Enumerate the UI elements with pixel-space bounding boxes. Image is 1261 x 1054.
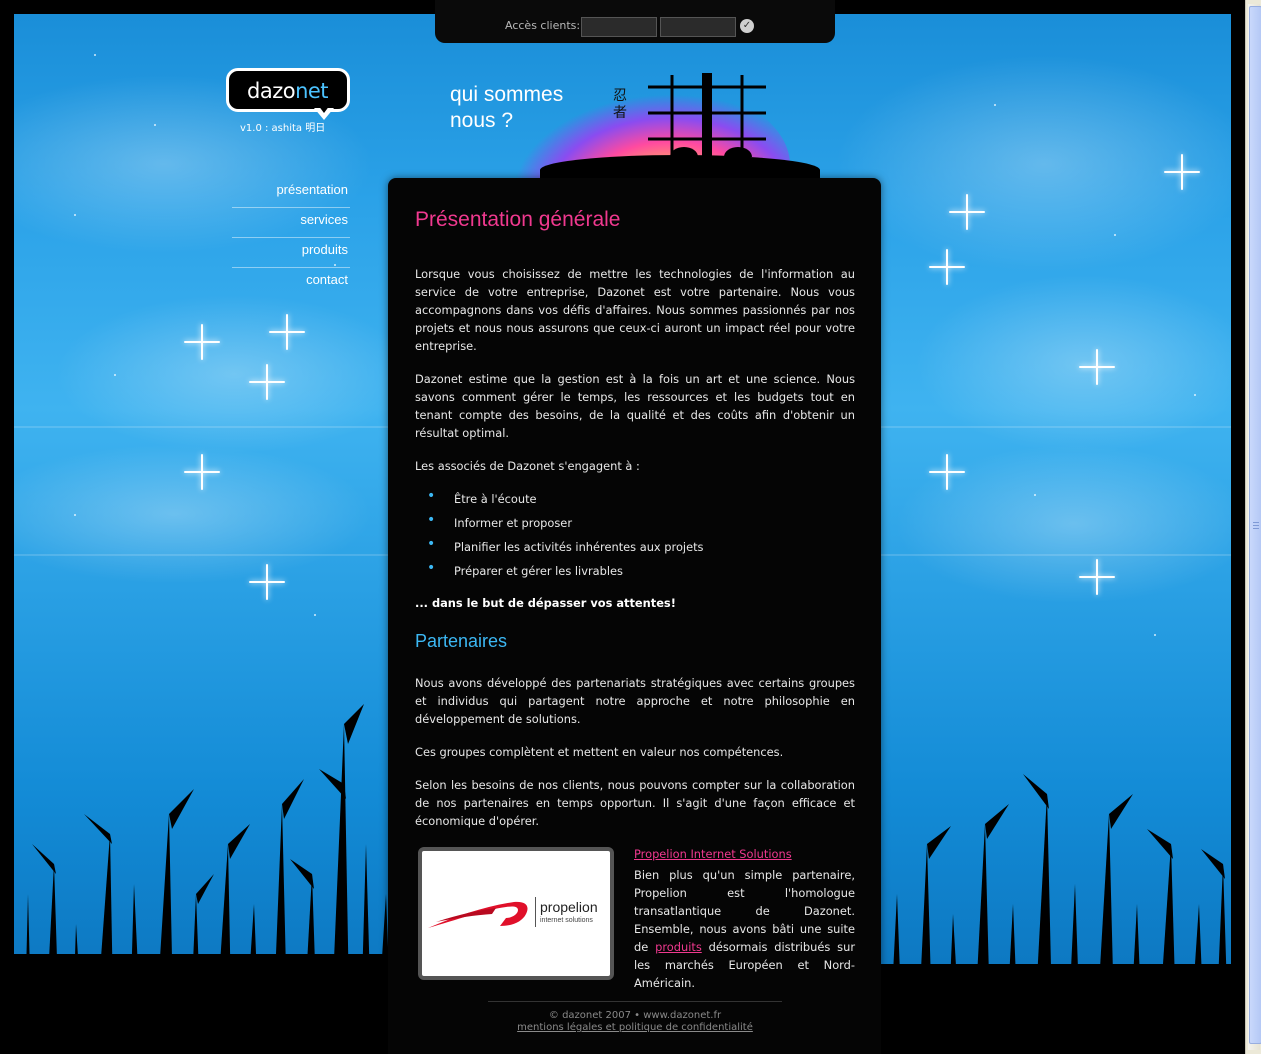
star-icon bbox=[1164, 154, 1200, 190]
scrollbar-thumb[interactable] bbox=[1249, 6, 1261, 1044]
nav-item-services[interactable]: services bbox=[232, 208, 350, 238]
partners-title: Partenaires bbox=[415, 631, 508, 651]
commitment-intro: Les associés de Dazonet s'engagent à : bbox=[415, 459, 640, 473]
star-icon bbox=[269, 314, 305, 350]
propelion-swoosh-icon bbox=[428, 901, 528, 928]
partner-link[interactable]: Propelion Internet Solutions bbox=[634, 847, 792, 861]
star-icon bbox=[949, 194, 985, 230]
check-circle-icon[interactable]: ✓ bbox=[740, 19, 754, 33]
login-password-input[interactable] bbox=[660, 17, 736, 37]
dazonet-logo[interactable]: dazonet bbox=[226, 68, 350, 112]
browser-viewport: Accès clients: ✓ dazonet v1.0 : ashita 明… bbox=[0, 0, 1245, 1054]
star-icon bbox=[249, 564, 285, 600]
client-login-bar: Accès clients: ✓ bbox=[435, 0, 835, 43]
partners-paragraph: Ces groupes complètent et mettent en val… bbox=[415, 745, 784, 759]
reeds-silhouette-right bbox=[881, 774, 1231, 1054]
partner-block: propelion internet solutions Propelion I… bbox=[415, 845, 855, 990]
management-paragraph: Dazonet estime que la gestion est à la f… bbox=[415, 372, 855, 440]
content-panel: Présentation générale Lorsque vous chois… bbox=[388, 178, 881, 1054]
star-icon bbox=[929, 249, 965, 285]
vertical-scrollbar[interactable] bbox=[1245, 0, 1261, 1054]
version-text: v1.0 : ashita 明日 bbox=[240, 123, 326, 134]
footer: © dazonet 2007 • www.dazonet.fr mentions… bbox=[488, 1001, 782, 1034]
list-item: Préparer et gérer les livrables bbox=[427, 559, 855, 580]
copyright-text: © dazonet 2007 • www.dazonet.fr bbox=[548, 1010, 722, 1021]
partner-description: Propelion Internet Solutions Bien plus q… bbox=[634, 847, 855, 990]
partners-paragraph: Nous avons développé des partenariats st… bbox=[415, 676, 855, 726]
main-nav: présentation services produits contact bbox=[232, 178, 350, 297]
login-label: Accès clients: bbox=[505, 19, 581, 32]
partner-logo-name: propelion bbox=[540, 899, 598, 915]
reeds-silhouette-left bbox=[14, 704, 394, 1054]
star-icon bbox=[184, 324, 220, 360]
list-item: Informer et proposer bbox=[427, 511, 855, 532]
propelion-logo[interactable]: propelion internet solutions bbox=[418, 847, 614, 980]
section-title: Présentation générale bbox=[415, 208, 621, 231]
produits-link[interactable]: produits bbox=[655, 940, 702, 954]
logo-text: dazonet bbox=[247, 79, 329, 103]
list-item: Être à l'écoute bbox=[427, 487, 855, 508]
intro-paragraph: Lorsque vous choisissez de mettre les te… bbox=[415, 267, 855, 353]
list-item: Planifier les activités inhérentes aux p… bbox=[427, 535, 855, 556]
commitment-list: Être à l'écoute Informer et proposer Pla… bbox=[415, 487, 855, 580]
star-icon bbox=[1079, 559, 1115, 595]
star-icon bbox=[249, 364, 285, 400]
page-heading: qui sommes nous ? bbox=[450, 83, 564, 132]
nav-item-produits[interactable]: produits bbox=[232, 238, 350, 268]
nav-item-presentation[interactable]: présentation bbox=[232, 178, 350, 208]
tagline: ... dans le but de dépasser vos attentes… bbox=[415, 596, 676, 610]
legal-link[interactable]: mentions légales et politique de confide… bbox=[517, 1022, 753, 1033]
login-username-input[interactable] bbox=[581, 17, 657, 37]
ninja-kanji: 忍者 bbox=[613, 88, 627, 121]
partner-logo-sub: internet solutions bbox=[540, 917, 593, 924]
star-icon bbox=[1079, 349, 1115, 385]
partners-paragraph: Selon les besoins de nos clients, nous p… bbox=[415, 778, 855, 828]
star-icon bbox=[929, 454, 965, 490]
nav-item-contact[interactable]: contact bbox=[232, 268, 350, 297]
star-icon bbox=[184, 454, 220, 490]
